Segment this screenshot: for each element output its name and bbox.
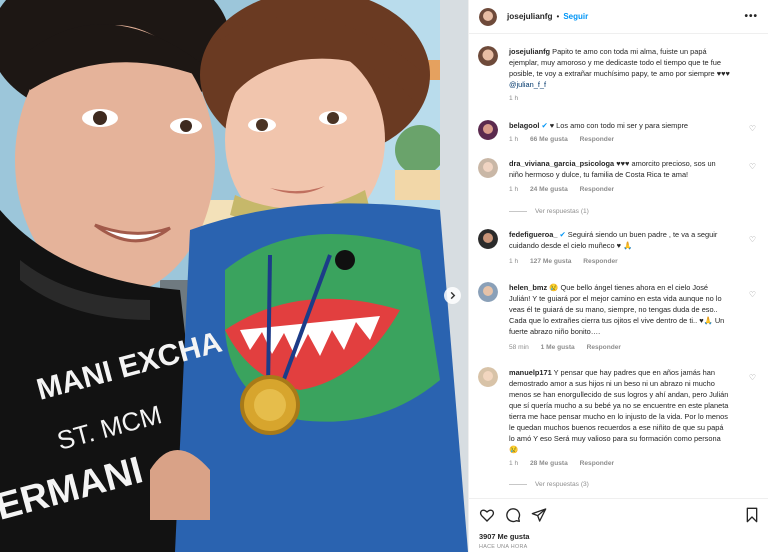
- comment-username[interactable]: belagool: [509, 121, 539, 130]
- post-timestamp: HACE UNA HORA: [479, 544, 528, 550]
- comment-text: helen_bmz 😢 Que bello ángel tienes ahora…: [509, 282, 731, 337]
- comment-like-heart-icon[interactable]: ♡: [749, 162, 756, 171]
- comment-avatar[interactable]: [478, 367, 498, 387]
- post-actions-footer: 3907 Me gusta HACE UNA HORA: [469, 498, 768, 552]
- comment-likes[interactable]: 66 Me gusta: [530, 136, 568, 143]
- comment-text: fedefigueroa_ ✔ Seguirá siendo un buen p…: [509, 229, 731, 251]
- reply-button[interactable]: Responder: [583, 258, 617, 265]
- comment-icon[interactable]: [505, 507, 521, 523]
- more-options-icon[interactable]: •••: [744, 11, 758, 22]
- separator-dot: •: [556, 12, 560, 21]
- likes-count[interactable]: 3907 Me gusta: [479, 532, 530, 541]
- caption-meta: 1 h: [509, 95, 528, 102]
- caption-mention[interactable]: @julian_f_f: [509, 80, 546, 89]
- follow-button[interactable]: Seguir: [563, 12, 588, 21]
- comment-time: 1 h: [509, 258, 519, 265]
- comment-likes[interactable]: 1 Me gusta: [541, 344, 575, 351]
- comment-like-heart-icon[interactable]: ♡: [749, 290, 756, 299]
- view-replies-button[interactable]: Ver respuestas (1): [509, 208, 589, 215]
- reply-button[interactable]: Responder: [580, 136, 614, 143]
- bookmark-icon[interactable]: [745, 507, 759, 523]
- comment-avatar[interactable]: [478, 120, 498, 140]
- comment-username[interactable]: dra_viviana_garcia_psicologa: [509, 159, 614, 168]
- comment-body: ♥ Los amo con todo mi ser y para siempre: [549, 121, 689, 130]
- comment-meta: 58 min 1 Me gusta Responder: [509, 344, 631, 351]
- caption-text: josejulianfg Papito te amo con toda mi a…: [509, 46, 731, 90]
- comment-username[interactable]: manuelp171: [509, 368, 552, 377]
- heart-icon[interactable]: [479, 507, 495, 523]
- action-buttons: [479, 507, 547, 523]
- comment-time: 58 min: [509, 344, 529, 351]
- author-username[interactable]: josejulianfg: [507, 12, 553, 21]
- view-replies-button[interactable]: Ver respuestas (3): [509, 481, 589, 488]
- post-header: josejulianfg • Seguir •••: [469, 0, 768, 34]
- comment-text: dra_viviana_garcia_psicologa ♥♥♥ amorcit…: [509, 158, 731, 180]
- comment-username[interactable]: helen_bmz: [509, 283, 547, 292]
- comment-text: belagool ✔ ♥ Los amo con todo mi ser y p…: [509, 120, 731, 131]
- comment-like-heart-icon[interactable]: ♡: [749, 373, 756, 382]
- comment-text: manuelp171 Y pensar que hay padres que e…: [509, 367, 731, 455]
- author-avatar[interactable]: [479, 7, 497, 26]
- chevron-right-icon: [450, 291, 456, 300]
- comment-time: 1 h: [509, 460, 519, 467]
- comment-meta: 1 h 28 Me gusta Responder: [509, 460, 624, 467]
- post-photo: MANI EXCHA ST. MCM ERMANI: [0, 0, 468, 552]
- reply-button[interactable]: Responder: [580, 460, 614, 467]
- comment-likes[interactable]: 28 Me gusta: [530, 460, 568, 467]
- comment-meta: 1 h 24 Me gusta Responder: [509, 186, 624, 193]
- comment-time: 1 h: [509, 136, 519, 143]
- comment-avatar[interactable]: [478, 282, 498, 302]
- caption-username[interactable]: josejulianfg: [509, 47, 550, 56]
- share-icon[interactable]: [531, 507, 547, 523]
- comment-likes[interactable]: 24 Me gusta: [530, 186, 568, 193]
- caption-time: 1 h: [509, 95, 519, 102]
- comment-body: Y pensar que hay padres que en años jamá…: [509, 368, 729, 454]
- comment-avatar[interactable]: [478, 158, 498, 178]
- comment-time: 1 h: [509, 186, 519, 193]
- bookmark-button[interactable]: [745, 507, 759, 523]
- comment-username[interactable]: fedefigueroa_: [509, 230, 557, 239]
- reply-button[interactable]: Responder: [587, 344, 621, 351]
- verified-icon: ✔: [559, 230, 566, 239]
- comment-avatar[interactable]: [478, 229, 498, 249]
- carousel-next-button[interactable]: [444, 287, 461, 304]
- caption-avatar[interactable]: [478, 46, 498, 66]
- comment-likes[interactable]: 127 Me gusta: [530, 258, 571, 265]
- comment-like-heart-icon[interactable]: ♡: [749, 124, 756, 133]
- post-side-panel: josejulianfg • Seguir ••• josejulianfg P…: [468, 0, 768, 552]
- comments-list[interactable]: josejulianfg Papito te amo con toda mi a…: [469, 40, 768, 495]
- reply-button[interactable]: Responder: [580, 186, 614, 193]
- verified-icon: ✔: [541, 121, 548, 130]
- comment-like-heart-icon[interactable]: ♡: [749, 235, 756, 244]
- comment-meta: 1 h 66 Me gusta Responder: [509, 136, 624, 143]
- photo-image: MANI EXCHA ST. MCM ERMANI: [0, 0, 468, 552]
- comment-meta: 1 h 127 Me gusta Responder: [509, 258, 628, 265]
